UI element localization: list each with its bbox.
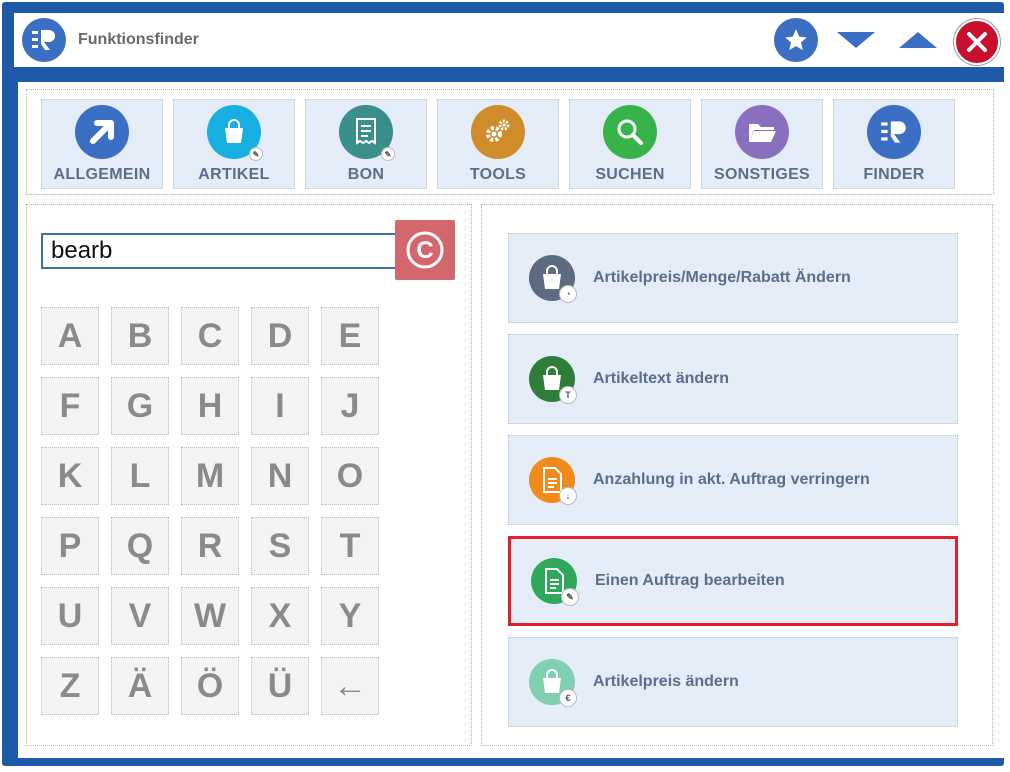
key-b[interactable]: B bbox=[111, 307, 169, 365]
tab-bon[interactable]: ✎ BON bbox=[305, 99, 427, 189]
tab-label: SUCHEN bbox=[595, 166, 665, 183]
key-s[interactable]: S bbox=[251, 517, 309, 575]
shopping-bag-icon: ✎ bbox=[207, 105, 263, 161]
badge-icon: ✎ bbox=[561, 588, 579, 606]
maximize-button[interactable] bbox=[896, 18, 940, 62]
key-l[interactable]: L bbox=[111, 447, 169, 505]
tab-artikel[interactable]: ✎ ARTIKEL bbox=[173, 99, 295, 189]
key-c[interactable]: C bbox=[181, 307, 239, 365]
function-result-label: Artikelpreis ändern bbox=[593, 673, 739, 690]
tab-label: ALLGEMEIN bbox=[53, 166, 151, 183]
function-result-item[interactable]: ◔ Artikelpreis/Menge/Rabatt Ändern bbox=[508, 233, 958, 323]
key-ä[interactable]: Ä bbox=[111, 657, 169, 715]
key-i[interactable]: I bbox=[251, 377, 309, 435]
edit-badge-icon: ✎ bbox=[249, 147, 263, 161]
key-w[interactable]: W bbox=[181, 587, 239, 645]
key-k[interactable]: K bbox=[41, 447, 99, 505]
tab-label: BON bbox=[347, 166, 385, 183]
key-y[interactable]: Y bbox=[321, 587, 379, 645]
tab-suchen[interactable]: SUCHEN bbox=[569, 99, 691, 189]
window-frame: Funktionsfinder ALLGEMEIN ✎ ARTIKEL ✎ BON TOO… bbox=[2, 2, 1004, 766]
clear-label: C bbox=[416, 237, 433, 264]
key-p[interactable]: P bbox=[41, 517, 99, 575]
tab-tools[interactable]: TOOLS bbox=[437, 99, 559, 189]
search-panel: C ABCDEFGHIJKLMNOPQRSTUVWXYZÄÖÜ← bbox=[26, 204, 472, 746]
key-h[interactable]: H bbox=[181, 377, 239, 435]
badge-icon: ↓ bbox=[559, 487, 577, 505]
function-result-item[interactable]: ↓ Anzahlung in akt. Auftrag verringern bbox=[508, 435, 958, 525]
shopping-bag-icon: € bbox=[529, 659, 577, 707]
badge-icon: € bbox=[559, 689, 577, 707]
document-icon: ✎ bbox=[531, 558, 579, 606]
key-f[interactable]: F bbox=[41, 377, 99, 435]
function-result-label: Einen Auftrag bearbeiten bbox=[595, 572, 785, 589]
app-logo-icon bbox=[22, 18, 66, 62]
chevron-up-icon bbox=[899, 32, 937, 48]
function-result-label: Anzahlung in akt. Auftrag verringern bbox=[593, 471, 870, 488]
key-n[interactable]: N bbox=[251, 447, 309, 505]
shopping-bag-icon: T bbox=[529, 356, 577, 404]
search-icon bbox=[603, 105, 657, 159]
key-r[interactable]: R bbox=[181, 517, 239, 575]
tab-label: TOOLS bbox=[469, 166, 527, 183]
star-icon bbox=[785, 29, 807, 51]
function-result-item[interactable]: € Artikelpreis ändern bbox=[508, 637, 958, 727]
gears-icon bbox=[471, 105, 525, 159]
main-content: ALLGEMEIN ✎ ARTIKEL ✎ BON TOOLS SUCHEN SONSTIGE… bbox=[18, 82, 1004, 758]
close-icon bbox=[967, 32, 987, 52]
backspace-key[interactable]: ← bbox=[321, 657, 379, 715]
tab-label: FINDER bbox=[863, 166, 925, 183]
key-e[interactable]: E bbox=[321, 307, 379, 365]
folder-icon bbox=[735, 105, 789, 159]
key-x[interactable]: X bbox=[251, 587, 309, 645]
function-result-label: Artikelpreis/Menge/Rabatt Ändern bbox=[593, 269, 851, 286]
tab-finder[interactable]: FINDER bbox=[833, 99, 955, 189]
chevron-down-icon bbox=[837, 32, 875, 48]
category-tabs: ALLGEMEIN ✎ ARTIKEL ✎ BON TOOLS SUCHEN SONSTIGE… bbox=[26, 89, 994, 195]
clear-icon: C bbox=[406, 231, 444, 269]
function-result-item[interactable]: T Artikeltext ändern bbox=[508, 334, 958, 424]
key-ö[interactable]: Ö bbox=[181, 657, 239, 715]
tab-sonstiges[interactable]: SONSTIGES bbox=[701, 99, 823, 189]
badge-icon: ◔ bbox=[559, 285, 577, 303]
key-ü[interactable]: Ü bbox=[251, 657, 309, 715]
key-g[interactable]: G bbox=[111, 377, 169, 435]
key-z[interactable]: Z bbox=[41, 657, 99, 715]
key-m[interactable]: M bbox=[181, 447, 239, 505]
title-bar: Funktionsfinder bbox=[14, 13, 1004, 67]
results-panel: ◔ Artikelpreis/Menge/Rabatt Ändern T Artike… bbox=[481, 204, 993, 746]
tab-allgemein[interactable]: ALLGEMEIN bbox=[41, 99, 163, 189]
edit-badge-icon: ✎ bbox=[381, 147, 395, 161]
key-v[interactable]: V bbox=[111, 587, 169, 645]
key-q[interactable]: Q bbox=[111, 517, 169, 575]
key-u[interactable]: U bbox=[41, 587, 99, 645]
close-button[interactable] bbox=[954, 19, 1000, 65]
function-result-item[interactable]: ✎ Einen Auftrag bearbeiten bbox=[508, 536, 958, 626]
search-input[interactable] bbox=[41, 233, 401, 269]
key-d[interactable]: D bbox=[251, 307, 309, 365]
finder-logo-icon bbox=[867, 105, 921, 159]
key-o[interactable]: O bbox=[321, 447, 379, 505]
key-t[interactable]: T bbox=[321, 517, 379, 575]
clear-button[interactable]: C bbox=[395, 220, 455, 280]
tab-label: ARTIKEL bbox=[198, 166, 270, 183]
document-icon: ↓ bbox=[529, 457, 577, 505]
minimize-button[interactable] bbox=[834, 18, 878, 62]
function-result-label: Artikeltext ändern bbox=[593, 370, 730, 387]
window-title: Funktionsfinder bbox=[78, 31, 199, 48]
shopping-bag-icon: ◔ bbox=[529, 255, 577, 303]
receipt-icon: ✎ bbox=[339, 105, 395, 161]
key-j[interactable]: J bbox=[321, 377, 379, 435]
tab-label: SONSTIGES bbox=[713, 166, 811, 183]
arrow-up-right-icon bbox=[75, 105, 129, 159]
key-a[interactable]: A bbox=[41, 307, 99, 365]
badge-icon: T bbox=[559, 386, 577, 404]
favorite-button[interactable] bbox=[774, 18, 818, 62]
